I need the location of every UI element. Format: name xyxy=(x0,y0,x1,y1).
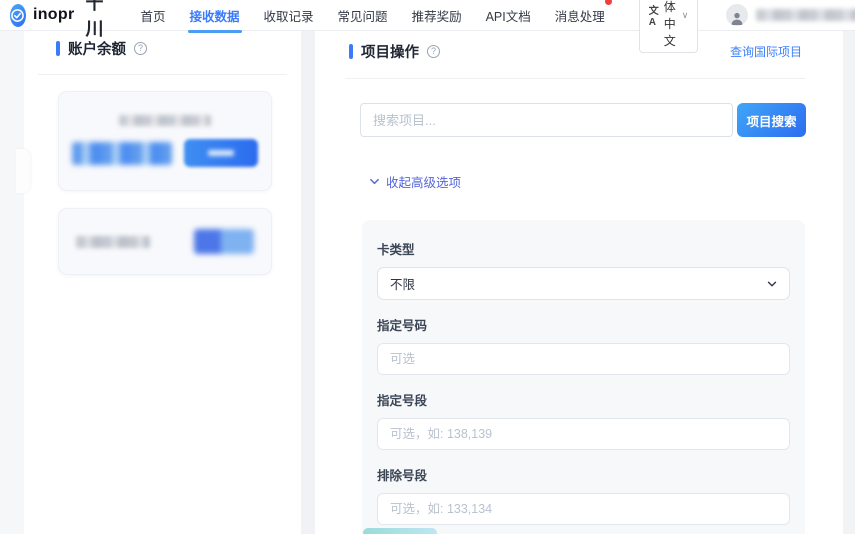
specified-prefix-field: 指定号段 xyxy=(377,390,790,450)
chevron-down-icon xyxy=(369,176,380,187)
divider xyxy=(38,74,287,75)
language-label: 简体中文 xyxy=(664,0,676,49)
advanced-options-form: 卡类型 不限 指定号码 指定号段 排除号段 xyxy=(362,220,805,534)
brand-name: inopr xyxy=(33,6,75,24)
card-type-field: 卡类型 不限 xyxy=(377,239,790,300)
advanced-options-toggle[interactable]: 收起高级选项 xyxy=(369,172,842,191)
question-circle-icon[interactable]: ? xyxy=(427,45,440,58)
specified-number-input[interactable] xyxy=(377,343,790,375)
left-rail xyxy=(0,31,24,534)
chevron-down-icon: ∨ xyxy=(682,10,689,21)
excluded-prefix-field: 排除号段 xyxy=(377,465,790,525)
language-selector[interactable]: 文A 简体中文 ∨ xyxy=(639,0,699,53)
project-title-row: 项目操作 ? 查询国际项目 xyxy=(345,31,842,62)
title-accent-bar xyxy=(56,41,60,56)
balance-panel-title: 账户余额 xyxy=(68,38,126,59)
nav-item-messages-label: 消息处理 xyxy=(555,10,605,24)
project-title: 项目操作 ? xyxy=(349,41,440,62)
nav-item-receive-data[interactable]: 接收数据 xyxy=(190,0,240,33)
project-operations-panel: 项目操作 ? 查询国际项目 项目搜索 收起高级选项 卡类型 不限 xyxy=(345,31,842,534)
specified-prefix-label: 指定号段 xyxy=(377,390,790,409)
project-search-button[interactable]: 项目搜索 xyxy=(737,103,806,137)
panel-divider-gutter xyxy=(301,31,315,534)
excluded-prefix-label: 排除号段 xyxy=(377,465,790,484)
international-projects-link[interactable]: 查询国际项目 xyxy=(730,43,802,60)
card-type-select[interactable]: 不限 xyxy=(377,267,790,300)
project-panel-title: 项目操作 xyxy=(361,41,419,62)
balance-amount-blurred xyxy=(72,142,172,165)
secondary-label-blurred xyxy=(76,236,150,248)
secondary-action-blurred[interactable] xyxy=(194,229,254,254)
nav-item-api-docs[interactable]: API文档 xyxy=(486,0,531,33)
title-accent-bar xyxy=(349,44,353,59)
specified-prefix-input[interactable] xyxy=(377,418,790,450)
card-type-label: 卡类型 xyxy=(377,239,790,258)
advanced-options-label: 收起高级选项 xyxy=(386,172,461,191)
divider xyxy=(345,78,805,79)
top-navbar: inopr 千川 首页 接收数据 收取记录 常见问题 推荐奖励 API文档 消息… xyxy=(0,0,855,31)
specified-number-field: 指定号码 xyxy=(377,315,790,375)
translate-icon: 文A xyxy=(649,2,658,28)
avatar xyxy=(726,4,748,26)
question-circle-icon[interactable]: ? xyxy=(134,42,147,55)
page-content: 账户余额 ? 项目操作 ? xyxy=(0,31,855,534)
balance-row xyxy=(72,139,258,167)
unread-dot-badge xyxy=(605,0,612,5)
excluded-prefix-input[interactable] xyxy=(377,493,790,525)
balance-label-blurred xyxy=(119,115,211,126)
brand-logo[interactable]: inopr 千川 xyxy=(10,0,111,41)
chevron-down-icon xyxy=(766,278,778,290)
brand-name-cn: 千川 xyxy=(85,0,110,41)
check-circle-logo-icon xyxy=(10,4,26,27)
balance-card xyxy=(58,91,272,191)
project-search-row: 项目搜索 xyxy=(360,103,842,137)
app-window: inopr 千川 首页 接收数据 收取记录 常见问题 推荐奖励 API文档 消息… xyxy=(0,0,855,534)
nav-item-records[interactable]: 收取记录 xyxy=(264,0,314,33)
drawer-handle[interactable] xyxy=(16,149,30,193)
card-type-selected-value: 不限 xyxy=(390,274,415,293)
nav-item-referral[interactable]: 推荐奖励 xyxy=(412,0,462,33)
recharge-button-blurred[interactable] xyxy=(184,139,258,167)
nav-item-home[interactable]: 首页 xyxy=(141,0,166,33)
scrollbar-track xyxy=(843,31,855,534)
nav-item-messages[interactable]: 消息处理 xyxy=(555,0,605,33)
username-blurred xyxy=(756,9,855,21)
project-search-input[interactable] xyxy=(360,103,733,137)
main-nav: 首页 接收数据 收取记录 常见问题 推荐奖励 API文档 消息处理 xyxy=(129,0,617,33)
secondary-balance-card xyxy=(58,208,272,275)
specified-number-label: 指定号码 xyxy=(377,315,790,334)
account-menu[interactable] xyxy=(726,4,855,26)
partial-bottom-button[interactable] xyxy=(363,528,437,534)
account-balance-panel: 账户余额 ? xyxy=(30,31,292,275)
nav-item-faq[interactable]: 常见问题 xyxy=(338,0,388,33)
